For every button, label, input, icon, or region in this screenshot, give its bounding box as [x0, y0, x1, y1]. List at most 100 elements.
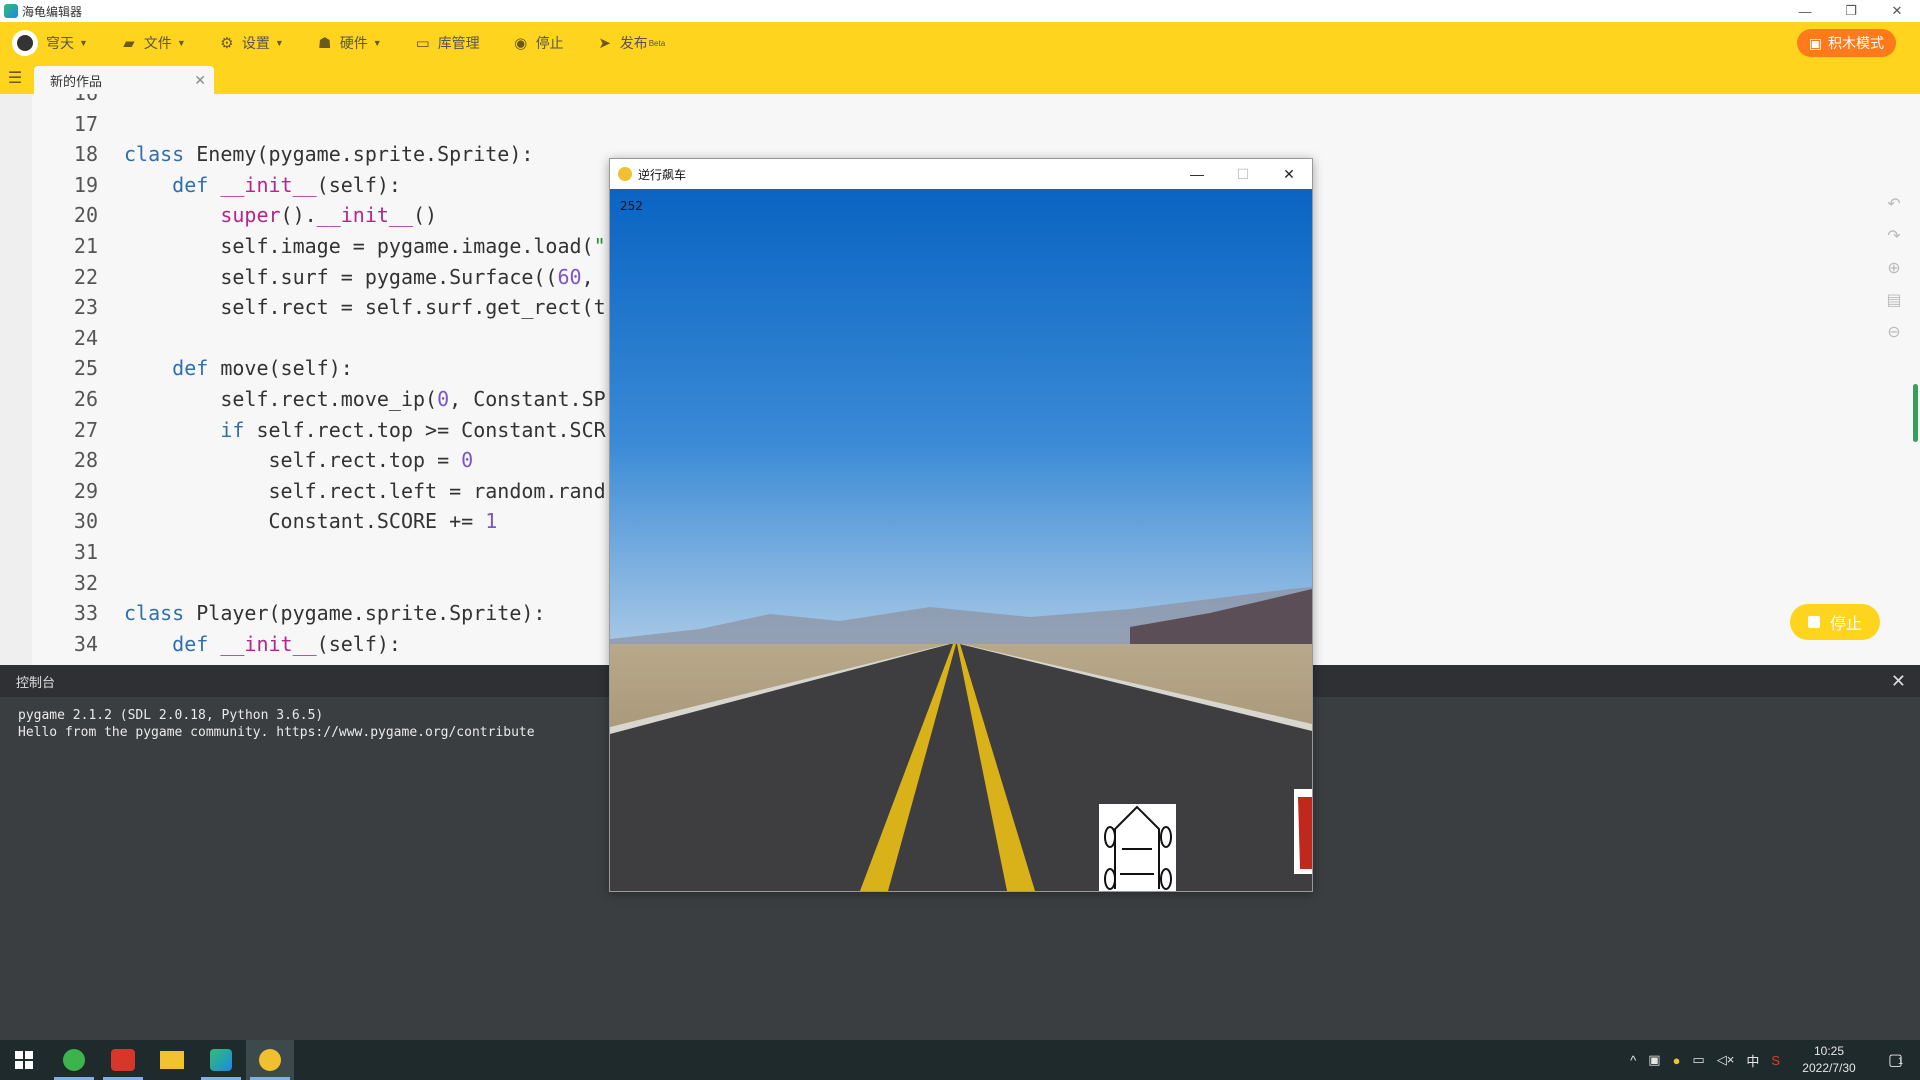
code-text: Constant.SCORE += 1 [124, 509, 498, 534]
taskbar-app-pygame[interactable] [246, 1040, 294, 1080]
editor-scrollbar[interactable] [1913, 384, 1918, 442]
clock-date: 2022/7/30 [1802, 1061, 1856, 1075]
sky [610, 189, 1312, 649]
code-text: def __init__(self): [172, 172, 401, 197]
blocks-icon: ▣ [1808, 34, 1822, 51]
game-canvas[interactable]: 252 [610, 189, 1312, 891]
close-button[interactable]: ✕ [1874, 0, 1920, 22]
publish-label: 发布 [619, 35, 648, 51]
publish-badge: Beta [648, 38, 666, 48]
network-icon[interactable]: ▭ [1692, 1052, 1704, 1068]
clock-time: 10:25 [1813, 1044, 1845, 1058]
code-text: if self.rect.top >= Constant.SCR [220, 417, 606, 442]
app-title: 海龟编辑器 [22, 4, 83, 19]
line-number: 21 [73, 234, 98, 258]
file-menu[interactable]: ▰ 文件 ▼ [120, 22, 186, 64]
line-number: 25 [73, 356, 98, 381]
tray-app-icon[interactable]: ▣ [1648, 1052, 1660, 1068]
line-number: 16 [0, 94, 98, 108]
stop-button[interactable]: ◉ 停止 [512, 22, 564, 64]
taskbar-app-mail[interactable] [99, 1040, 147, 1080]
sogou-ime-icon[interactable]: S [1771, 1053, 1780, 1068]
system-tray: ^ ▣ ● ▭ ◁× 中 S [1618, 1040, 1780, 1080]
console-title: 控制台 [16, 674, 56, 690]
turtle-editor-icon [210, 1049, 232, 1071]
user-menu[interactable]: 穹天 ▼ [46, 22, 88, 64]
app-titlebar: 海龟编辑器 — ❐ ✕ [0, 0, 1920, 22]
line-number: 28 [73, 448, 98, 473]
line-number: 33 [73, 601, 98, 626]
settings-menu[interactable]: ⚙ 设置 ▼ [218, 22, 284, 64]
stop-square-icon [1807, 616, 1820, 628]
line-number: 24 [73, 325, 98, 350]
settings-menu-label: 设置 [241, 35, 270, 51]
code-text: super().__init__() [220, 203, 438, 228]
enemy-car-body [1298, 797, 1312, 869]
notification-icon[interactable]: ▢ 1 [1888, 1050, 1908, 1070]
line-number: 30 [73, 509, 98, 534]
game-minimize-button[interactable]: — [1174, 159, 1220, 189]
block-mode-label: 积木模式 [1828, 35, 1884, 51]
line-number: 27 [73, 417, 98, 442]
user-avatar[interactable] [12, 30, 38, 56]
line-number: 19 [73, 172, 98, 197]
taskbar-app-360[interactable] [50, 1040, 98, 1080]
start-button[interactable] [0, 1040, 48, 1080]
line-number: 26 [73, 387, 98, 411]
line-number: 18 [73, 142, 98, 167]
app-logo-icon [4, 4, 18, 18]
mail-app-icon [111, 1049, 135, 1071]
minimize-button[interactable]: — [1782, 0, 1828, 22]
floating-stop-button[interactable]: 停止 [1790, 604, 1880, 640]
taskbar-app-turtle-editor[interactable] [197, 1040, 245, 1080]
score-label: 252 [620, 199, 643, 213]
gear-icon: ⚙ [220, 35, 234, 52]
taskbar-clock[interactable]: 10:25 2022/7/30 [1796, 1043, 1862, 1077]
inbox-icon: ▭ [415, 35, 430, 52]
library-label: 库管理 [437, 35, 480, 51]
windows-logo-icon [15, 1051, 33, 1069]
code-text: class Player(pygame.sprite.Sprite): [124, 601, 546, 626]
tab-label: 新的作品 [50, 73, 103, 89]
code-line: 17 [0, 109, 1900, 139]
tab-new-work[interactable]: 新的作品 ✕ [34, 66, 214, 94]
stop-icon: ◉ [514, 35, 528, 52]
folder-icon [160, 1051, 184, 1069]
hardware-menu[interactable]: ☗ 硬件 ▼ [316, 22, 382, 64]
taskbar: ^ ▣ ● ▭ ◁× 中 S 10:25 2022/7/30 ▢ 1 [0, 1040, 1920, 1080]
chevron-up-icon[interactable]: ^ [1630, 1053, 1636, 1068]
redo-icon[interactable]: ↷ [1884, 226, 1904, 246]
taskbar-app-explorer[interactable] [148, 1040, 196, 1080]
game-maximize-button[interactable]: ☐ [1220, 159, 1266, 189]
block-mode-button[interactable]: ▣ 积木模式 [1796, 29, 1896, 57]
stop-label: 停止 [535, 35, 564, 51]
zoom-in-icon[interactable]: ⊕ [1884, 258, 1904, 278]
restore-button[interactable]: ❐ [1828, 0, 1874, 22]
line-number: 31 [73, 540, 98, 564]
notification-count: 1 [1898, 1056, 1904, 1066]
user-label: 穹天 [46, 35, 74, 51]
avatar-icon [17, 35, 33, 51]
road-scene [610, 189, 1312, 891]
pygame-snake-icon [618, 167, 632, 181]
file-menu-label: 文件 [143, 35, 172, 51]
tab-close-icon[interactable]: ✕ [194, 72, 206, 89]
browser-360-icon [63, 1049, 85, 1071]
game-window-titlebar: 逆行飙车 — ☐ ✕ [610, 159, 1312, 189]
chevron-down-icon: ▼ [79, 38, 88, 48]
tray-360-icon[interactable]: ● [1673, 1053, 1681, 1068]
chevron-down-icon: ▼ [176, 38, 186, 48]
game-close-button[interactable]: ✕ [1266, 159, 1312, 189]
ime-indicator[interactable]: 中 [1746, 1051, 1759, 1070]
speaker-muted-icon[interactable]: ◁× [1717, 1052, 1735, 1068]
line-number: 32 [73, 570, 98, 595]
publish-button[interactable]: ➤ 发布 Beta [596, 22, 665, 64]
game-window-title: 逆行飙车 [638, 167, 687, 182]
code-text: self.rect = self.surf.get_rect(t [124, 295, 606, 320]
zoom-out-icon[interactable]: ⊖ [1884, 322, 1904, 342]
hamburger-menu-icon[interactable]: ☰ [6, 70, 24, 88]
console-close-icon[interactable]: ✕ [1891, 671, 1906, 692]
format-icon[interactable]: ▤ [1884, 290, 1904, 310]
undo-icon[interactable]: ↶ [1884, 194, 1904, 214]
library-button[interactable]: ▭ 库管理 [414, 22, 480, 64]
